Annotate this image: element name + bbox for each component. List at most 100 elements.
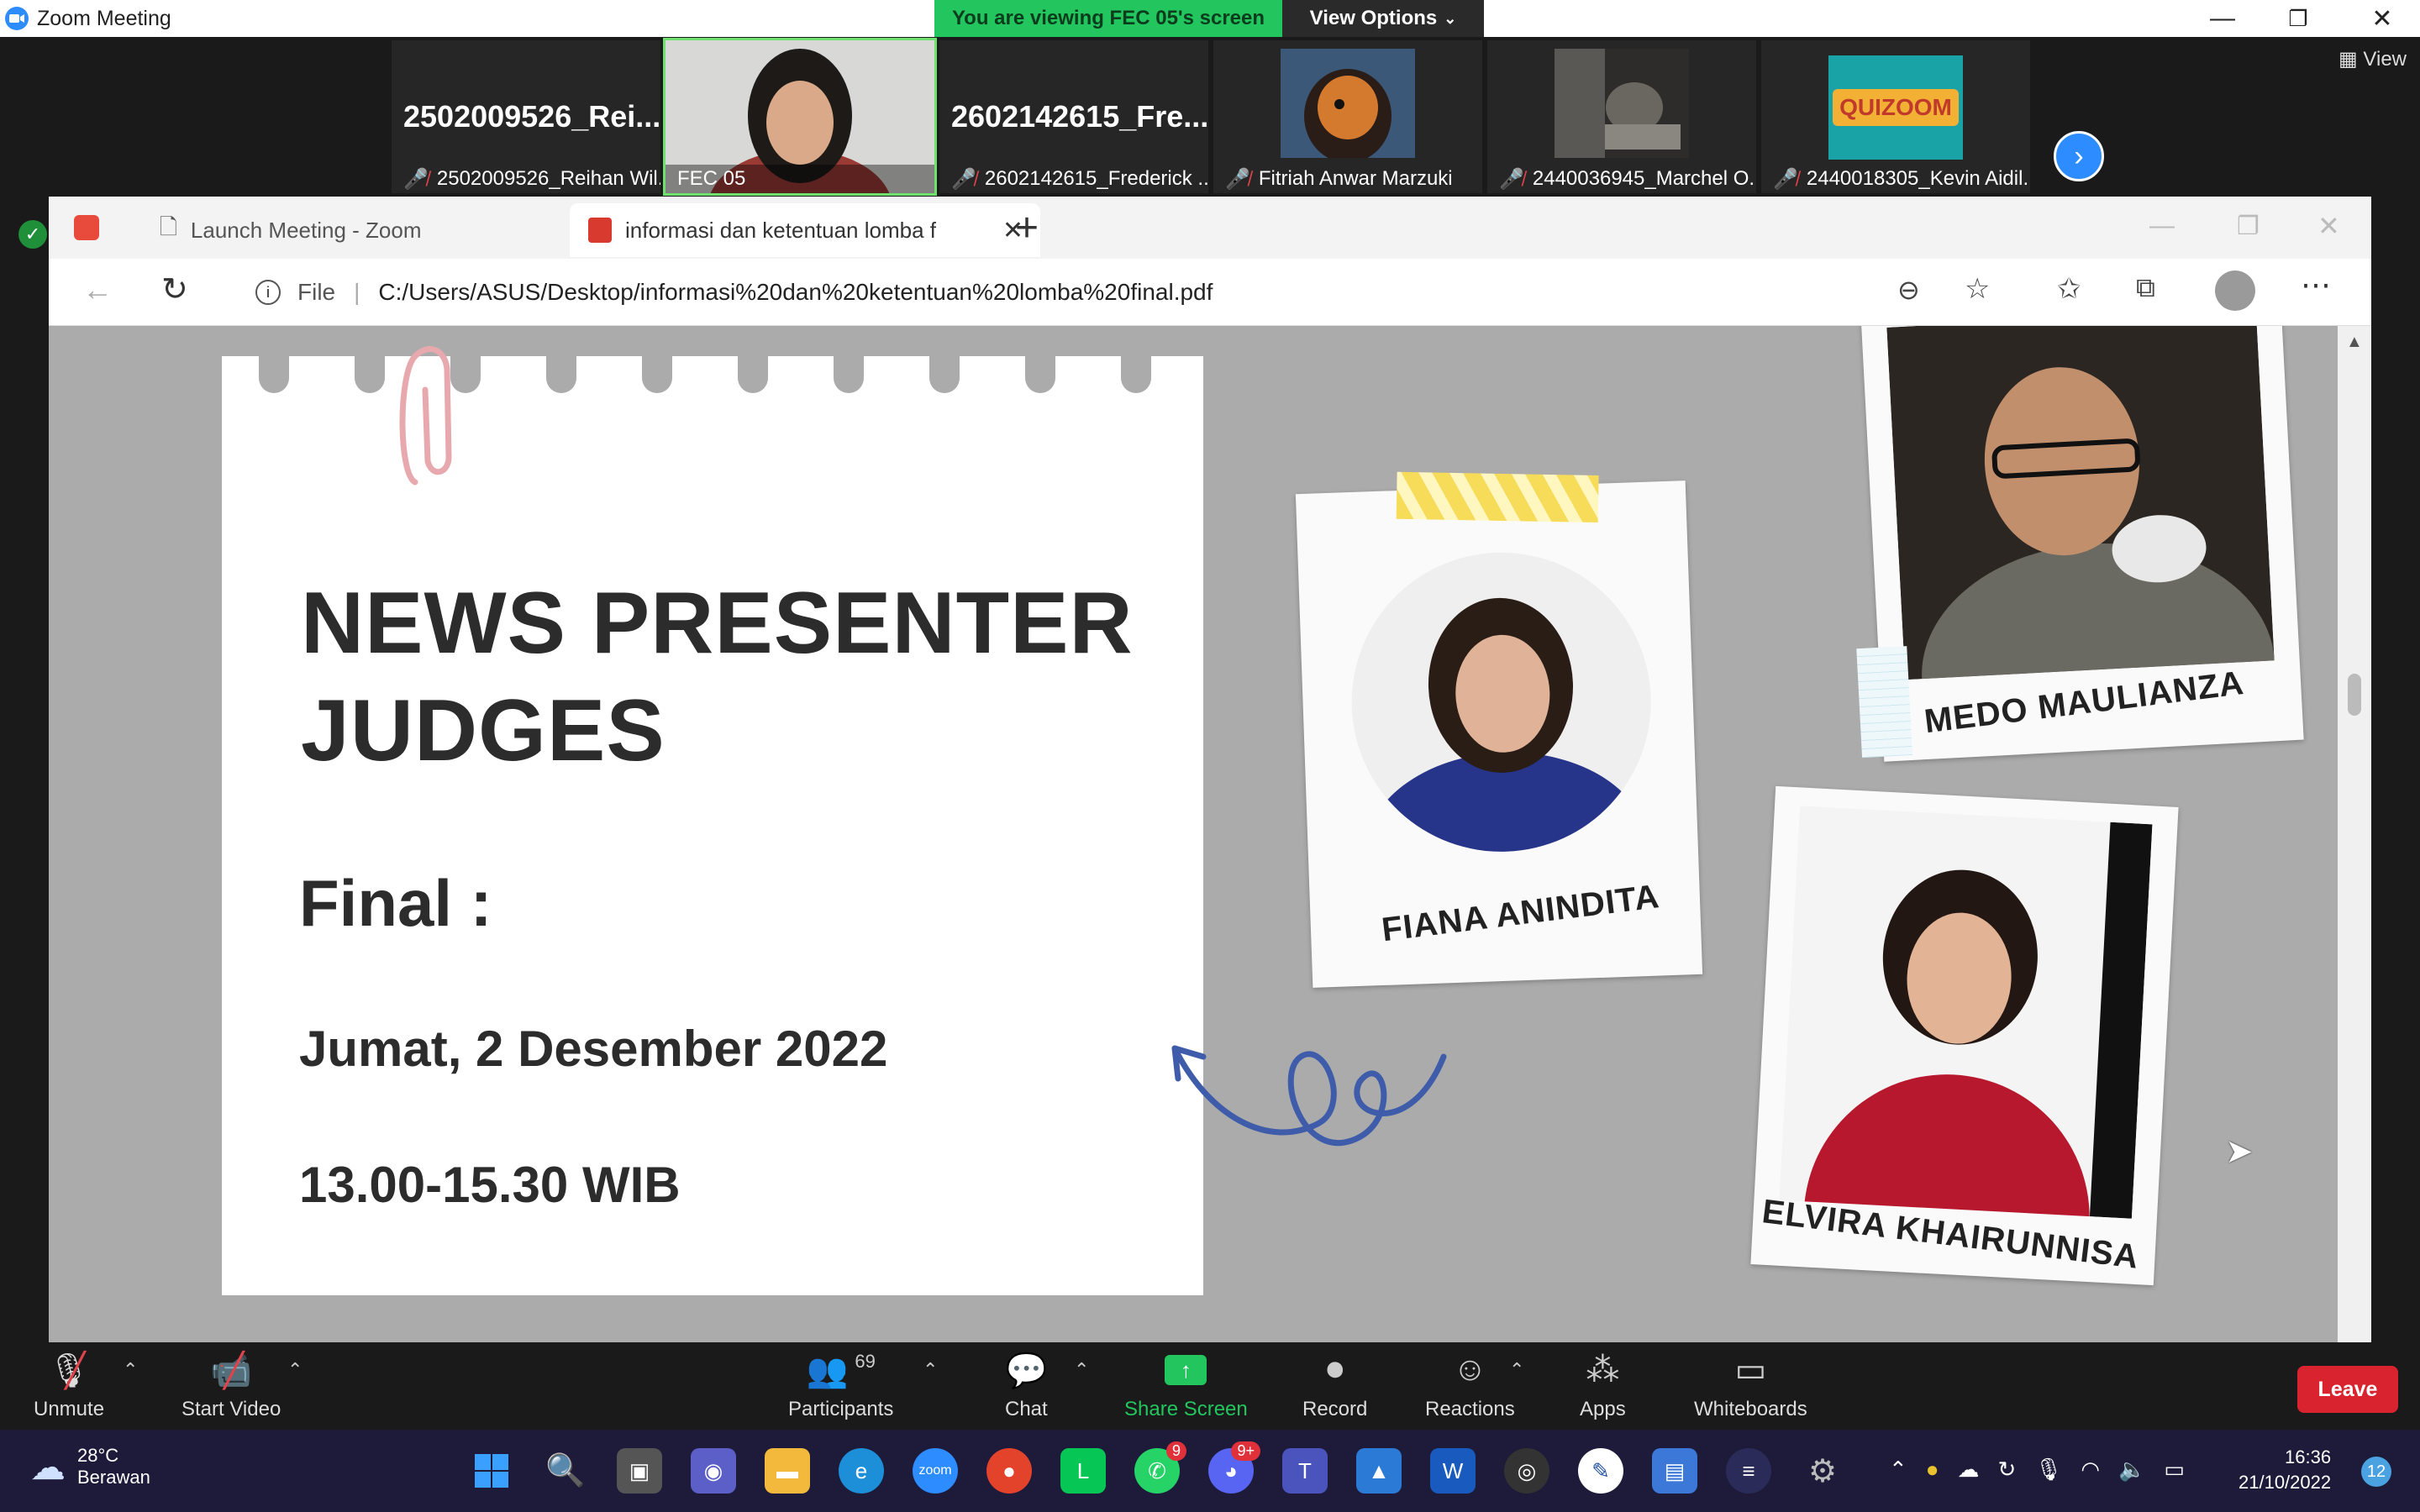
leave-button[interactable]: Leave [2297,1366,2398,1413]
participant-tile[interactable]: 2602142615_Fre... 🎤̸ 2602142615_Frederick… [939,40,1208,193]
microphone-icon[interactable]: 🎙 [2034,1457,2062,1483]
grid-paper-accent [1856,646,1913,759]
file-label: File [297,279,336,305]
chat-button[interactable]: 💬 Chat [1005,1351,1048,1421]
tab-launch-meeting[interactable]: 🗋 Launch Meeting - Zoom ✕ [141,203,612,257]
participant-tile-active[interactable]: FEC 05 [663,38,937,196]
tab-pdf[interactable]: informasi dan ketentuan lomba f ✕ [570,203,1040,257]
start-icon[interactable] [469,1448,514,1494]
battery-icon[interactable]: ▭ [2164,1457,2185,1483]
paperclip-icon [399,346,452,486]
restore-button[interactable]: ❐ [2260,0,2336,37]
app-icon[interactable]: ✎ [1578,1448,1623,1494]
paper-hole [738,353,768,393]
task-view-icon[interactable]: ▣ [617,1448,662,1494]
notification-count-badge[interactable]: 12 [2361,1457,2391,1487]
chat-chevron-icon[interactable]: ⌃ [1074,1359,1089,1381]
slide-title: NEWS PRESENTER JUDGES [301,570,1134,785]
teams-icon[interactable]: T [1282,1448,1328,1494]
view-options-button[interactable]: View Options ⌄ [1282,0,1484,37]
reactions-chevron-icon[interactable]: ⌃ [1509,1359,1524,1381]
minimize-button[interactable]: — [2185,0,2260,37]
next-page-arrow-icon[interactable]: › [2054,131,2104,181]
more-options-icon[interactable]: ⋯ [2301,267,2331,302]
tab-label: Launch Meeting - Zoom [190,217,422,243]
close-button[interactable]: ✕ [2344,0,2420,37]
reactions-button[interactable]: ☺ Reactions [1425,1351,1515,1421]
onedrive-icon[interactable]: ☁ [1958,1457,1980,1483]
favorites-icon[interactable]: ✩ [2057,272,2081,306]
word-icon[interactable]: W [1430,1448,1476,1494]
discord-icon[interactable]: ◕ 9+ [1208,1441,1260,1494]
browser-restore-button[interactable]: ❐ [2237,212,2260,241]
photos-icon[interactable]: ▲ [1356,1448,1402,1494]
quizoom-logo-text: QUIZOOM [1833,89,1959,126]
start-video-button[interactable]: 📹╱ Start Video [182,1351,281,1421]
address-separator: | [354,279,360,305]
wifi-icon[interactable]: ◠ [2081,1457,2100,1483]
zoom-out-icon[interactable]: ⊖ [1897,274,1920,306]
browser-minimize-button[interactable]: — [2149,212,2175,240]
scroll-up-icon[interactable]: ▲ [2346,333,2363,352]
teams-chat-icon[interactable]: ◉ [691,1448,736,1494]
zoom-taskbar-icon[interactable]: zoom [913,1448,958,1494]
weather-widget[interactable]: ☁ 28°C Berawan [30,1445,150,1488]
view-button[interactable]: ▦ View [2338,47,2407,71]
participants-chevron-icon[interactable]: ⌃ [923,1359,938,1381]
record-button[interactable]: ⏺ Record [1302,1351,1367,1421]
video-options-chevron-icon[interactable]: ⌃ [287,1359,302,1381]
participant-tile[interactable]: 🎤̸ 2440036945_Marchel O... [1487,40,1756,193]
notepad-icon[interactable]: ▤ [1652,1448,1697,1494]
whiteboards-button[interactable]: ▭ Whiteboards [1694,1351,1807,1421]
meeting-controls-bar: 🎙╱ Unmute ⌃ 📹╱ Start Video ⌃ 👥 69 Partici… [0,1342,2420,1430]
paper-hole [642,353,672,393]
chevron-up-icon[interactable]: ⌃ [1889,1457,1907,1483]
clock[interactable]: 16:36 21/10/2022 [2238,1445,2331,1495]
participant-name: 2440018305_Kevin Aidil... [1806,167,2030,190]
participant-name-bar: FEC 05 [666,165,934,193]
settings-icon[interactable]: ⚙ [1800,1448,1845,1494]
sync-icon[interactable]: ↻ [1998,1457,2017,1483]
whatsapp-icon[interactable]: ✆ 9 [1134,1441,1186,1494]
participant-tile[interactable]: QUIZOOM 🎤̸ 2440018305_Kevin Aidil... [1761,40,2030,193]
participant-name-bar: 🎤̸ 2502009526_Reihan Wil... [392,165,660,193]
pdf-icon [588,218,612,243]
weather-label: Berawan [77,1467,150,1488]
app-icon[interactable]: ≡ [1726,1448,1771,1494]
system-tray: ⌃ ● ☁ ↻ 🎙 ◠ 🔈 ▭ [1889,1457,2185,1483]
back-arrow-icon[interactable]: ← [82,272,113,307]
volume-icon[interactable]: 🔈 [2118,1457,2145,1483]
add-favorite-icon[interactable]: ☆ [1965,272,1990,306]
unmute-button[interactable]: 🎙╱ Unmute [34,1351,104,1421]
participant-tile[interactable]: 🎤̸ Fitriah Anwar Marzuki [1213,40,1482,193]
mic-muted-icon: 🎤̸ [403,167,429,191]
edge-icon[interactable]: e [839,1448,884,1494]
participant-name-large: 2502009526_Rei... [403,99,660,134]
address-bar[interactable]: i File | C:/Users/ASUS/Desktop/informasi… [232,265,1870,319]
browser-close-button[interactable]: ✕ [2317,210,2340,242]
share-screen-button[interactable]: ↑ Share Screen [1124,1351,1248,1421]
page-icon: 🗋 [160,214,177,239]
obs-icon[interactable]: ◎ [1504,1448,1549,1494]
line-icon[interactable]: L [1060,1448,1106,1494]
search-icon[interactable]: 🔍 [543,1448,588,1494]
mouse-cursor-icon: ➤ [2225,1133,2254,1170]
tray-app-icon[interactable]: ● [1926,1457,1939,1483]
new-tab-button[interactable]: + [1015,205,1039,251]
pdf-scrollbar[interactable]: ▲ [2338,326,2371,1342]
scroll-thumb[interactable] [2348,674,2361,716]
file-explorer-icon[interactable]: ▬ [765,1448,810,1494]
apps-label: Apps [1580,1398,1626,1420]
chrome-icon[interactable]: ● [986,1448,1032,1494]
collections-icon[interactable]: ⧉ [2136,272,2155,304]
refresh-icon[interactable]: ↻ [161,270,188,308]
paper-hole [355,353,385,393]
audio-options-chevron-icon[interactable]: ⌃ [123,1359,138,1381]
participant-tile[interactable]: 2502009526_Rei... 🎤̸ 2502009526_Reihan Wi… [392,40,660,193]
participants-button[interactable]: 👥 69 Participants [788,1351,893,1421]
apps-button[interactable]: ⁂ Apps [1580,1351,1626,1421]
zoom-logo-icon [5,7,29,30]
mic-muted-icon: 🎤̸ [1225,167,1250,191]
profile-avatar[interactable] [2215,270,2255,311]
share-screen-icon: ↑ [1165,1351,1207,1389]
